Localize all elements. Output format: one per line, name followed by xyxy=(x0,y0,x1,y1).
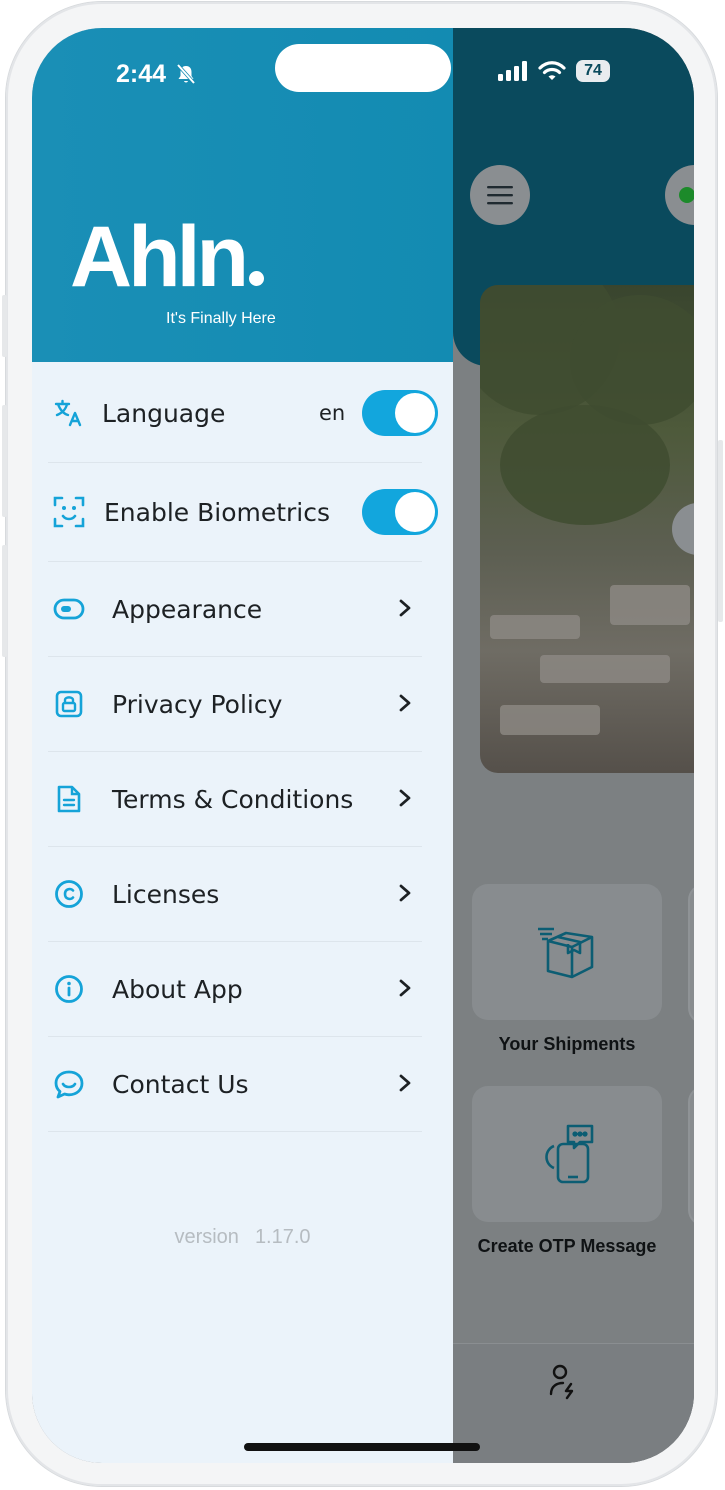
hamburger-menu-button[interactable] xyxy=(470,165,530,225)
create-otp-message-label: Create OTP Message xyxy=(477,1236,657,1256)
menu-item-terms-conditions[interactable]: Terms & Conditions xyxy=(48,752,422,847)
chat-bubble-icon xyxy=(52,1067,86,1101)
chevron-right-icon xyxy=(399,599,411,617)
chevron-right-icon xyxy=(399,789,411,807)
toggle-outline-icon xyxy=(52,592,86,626)
copyright-icon xyxy=(52,877,86,911)
ahln-logo: Ahln It's Finally Here xyxy=(70,209,276,327)
menu-item-appearance[interactable]: Appearance xyxy=(48,562,422,657)
background-app: Your Shipments Create OTP Message xyxy=(453,28,694,1463)
menu-item-about-app[interactable]: About App xyxy=(48,942,422,1037)
contact-us-label: Contact Us xyxy=(112,1069,249,1099)
bell-slash-icon xyxy=(176,63,196,85)
chevron-right-icon xyxy=(399,884,411,902)
document-icon xyxy=(52,782,86,816)
licenses-label: Licenses xyxy=(112,879,220,909)
lock-badge-icon xyxy=(52,687,86,721)
version-label: version xyxy=(174,1226,239,1248)
translate-icon xyxy=(52,396,86,430)
signal-icon xyxy=(498,61,527,81)
your-shipments-tile[interactable] xyxy=(472,884,662,1020)
side-drawer: Ahln It's Finally Here Language en Enabl… xyxy=(32,28,453,1463)
face-scan-icon xyxy=(52,495,86,529)
tile-ghost-2 xyxy=(688,1086,694,1226)
action-button xyxy=(2,295,7,357)
biometrics-toggle[interactable] xyxy=(362,489,438,535)
chevron-right-icon xyxy=(399,694,411,712)
banner-image xyxy=(480,285,694,773)
language-label: Language xyxy=(102,398,226,428)
dynamic-island xyxy=(275,44,451,92)
status-icons: 74 xyxy=(498,60,610,82)
drawer-menu: Language en Enable Biometrics Appearance… xyxy=(48,364,438,1132)
user-bolt-icon[interactable] xyxy=(549,1364,579,1400)
language-value: en xyxy=(319,401,346,425)
version-number: 1.17.0 xyxy=(254,1226,311,1248)
volume-down-button xyxy=(2,545,7,657)
privacy-policy-label: Privacy Policy xyxy=(112,689,283,719)
volume-up-button xyxy=(2,405,7,517)
tile-ghost-1 xyxy=(688,884,694,1024)
package-icon xyxy=(538,927,594,979)
app-version: version 1.17.0 xyxy=(32,1226,453,1249)
carousel-next-button[interactable] xyxy=(672,503,694,555)
appearance-label: Appearance xyxy=(112,594,263,624)
home-indicator[interactable] xyxy=(244,1443,480,1451)
hamburger-icon xyxy=(487,186,513,205)
menu-item-licenses[interactable]: Licenses xyxy=(48,847,422,942)
power-button xyxy=(718,440,723,622)
status-time: 2:44 xyxy=(116,60,197,89)
menu-item-contact-us[interactable]: Contact Us xyxy=(48,1037,422,1132)
menu-item-biometrics: Enable Biometrics xyxy=(48,463,438,562)
connection-status-pill[interactable] xyxy=(665,165,694,225)
menu-item-language: Language en xyxy=(48,364,438,463)
chevron-right-icon xyxy=(399,979,411,997)
online-dot-icon xyxy=(679,187,694,203)
biometrics-label: Enable Biometrics xyxy=(104,497,331,527)
battery-indicator: 74 xyxy=(576,60,610,82)
bottom-tab-bar xyxy=(453,1343,694,1463)
menu-item-privacy-policy[interactable]: Privacy Policy xyxy=(48,657,422,752)
create-otp-message-tile[interactable] xyxy=(472,1086,662,1222)
about-app-label: About App xyxy=(112,974,243,1004)
chevron-right-icon xyxy=(399,1074,411,1092)
language-toggle[interactable] xyxy=(362,390,438,436)
wifi-icon xyxy=(538,61,566,80)
info-icon xyxy=(52,972,86,1006)
terms-conditions-label: Terms & Conditions xyxy=(112,784,354,814)
screen: Your Shipments Create OTP Message Ahln I… xyxy=(32,28,694,1463)
logo-tagline: It's Finally Here xyxy=(166,310,276,327)
your-shipments-label: Your Shipments xyxy=(498,1034,636,1054)
otp-message-icon xyxy=(545,1124,594,1184)
